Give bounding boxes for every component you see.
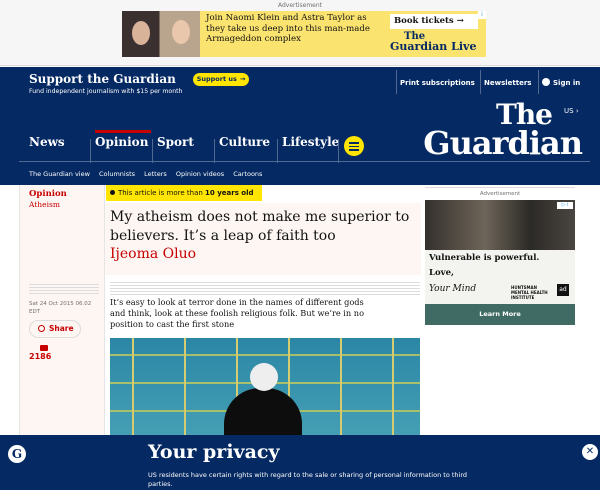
ad-line: Love, — [429, 268, 454, 278]
support-bar: Support the Guardian Fund independent jo… — [0, 67, 600, 99]
article-byline[interactable]: Ijeoma Oluo — [110, 246, 196, 262]
nav-sport[interactable]: Sport — [157, 135, 194, 161]
ad-info-icon[interactable]: ▷ i — [557, 202, 573, 209]
privacy-banner: G Your privacy US residents have certain… — [0, 435, 600, 490]
right-ad-banner[interactable]: ▷ i Vulnerable is powerful. Love, Your M… — [425, 200, 575, 325]
support-title: Support the Guardian — [29, 72, 176, 86]
ad-image — [122, 11, 200, 57]
article-age-warning: This article is more than 10 years old — [106, 185, 262, 201]
print-subscriptions-link[interactable]: Print subscriptions — [400, 67, 475, 99]
ad-banner[interactable]: Join Naomi Klein and Astra Taylor as the… — [122, 11, 486, 57]
guardian-logo[interactable]: The Guardian — [412, 101, 583, 160]
sponsor-logo: HUNTSMAN MENTAL HEALTH INSTITUTE — [511, 285, 548, 300]
divider — [110, 282, 420, 296]
user-icon — [542, 78, 550, 86]
ad-signature: Your Mind — [429, 284, 477, 294]
subnav-guardian-view[interactable]: The Guardian view — [29, 170, 90, 178]
arrow-icon: → — [239, 75, 246, 83]
book-tickets-button[interactable]: Book tickets → — [390, 14, 478, 29]
nav-news[interactable]: News — [29, 135, 65, 161]
guardian-g-icon: G — [8, 445, 26, 463]
support-subtitle: Fund independent journalism with $15 per… — [29, 88, 183, 95]
ad-text: Join Naomi Klein and Astra Taylor as the… — [206, 13, 370, 44]
share-icon — [38, 325, 45, 332]
menu-icon[interactable] — [344, 136, 364, 156]
subnav-cartoons[interactable]: Cartoons — [233, 170, 262, 178]
advertisement-label: Advertisement — [277, 2, 323, 9]
ad-info-icon[interactable]: i — [478, 11, 486, 19]
subnav-columnists[interactable]: Columnists — [99, 170, 135, 178]
ad-badge-icon: ad — [557, 284, 569, 296]
nav-opinion[interactable]: Opinion — [95, 130, 152, 161]
article-date: Sat 24 Oct 2015 06.02 EDT — [29, 301, 92, 315]
sign-in-link[interactable]: Sign in — [542, 67, 580, 99]
support-us-button[interactable]: Support us → — [193, 73, 249, 86]
subnav: The Guardian view Columnists Letters Opi… — [29, 170, 269, 178]
learn-more-button[interactable]: Learn More — [425, 310, 575, 318]
comment-icon — [40, 345, 48, 351]
nav-culture[interactable]: Culture — [219, 135, 270, 161]
ad-headline: Vulnerable is powerful. — [429, 253, 540, 263]
guardian-live-logo: The Guardian Live — [390, 31, 477, 53]
subnav-letters[interactable]: Letters — [144, 170, 167, 178]
privacy-title: Your privacy — [148, 441, 280, 463]
comment-count[interactable]: 2186 — [29, 352, 51, 361]
divider — [29, 284, 99, 294]
section-label[interactable]: Opinion — [29, 189, 67, 199]
advertisement-label: Advertisement — [479, 191, 521, 197]
ad-image — [425, 200, 575, 250]
subnav-opinion-videos[interactable]: Opinion videos — [176, 170, 224, 178]
site-header: US › The Guardian News Opinion Sport Cul… — [0, 99, 600, 185]
newsletters-link[interactable]: Newsletters — [484, 67, 531, 99]
article-main-image — [110, 338, 420, 438]
article-standfirst: It’s easy to look at terror done in the … — [110, 297, 365, 329]
article-headline: My atheism does not make me superior to … — [110, 209, 410, 244]
privacy-text: US residents have certain rights with re… — [148, 471, 468, 488]
nav-lifestyle[interactable]: Lifestyle — [282, 135, 339, 161]
clock-icon — [110, 190, 115, 195]
share-button[interactable]: Share — [29, 320, 81, 338]
series-label[interactable]: Atheism — [29, 200, 60, 209]
arrow-icon: → — [456, 16, 464, 26]
top-advertisement: Advertisement Join Naomi Klein and Astra… — [0, 0, 600, 66]
close-icon[interactable]: ✕ — [582, 444, 598, 460]
